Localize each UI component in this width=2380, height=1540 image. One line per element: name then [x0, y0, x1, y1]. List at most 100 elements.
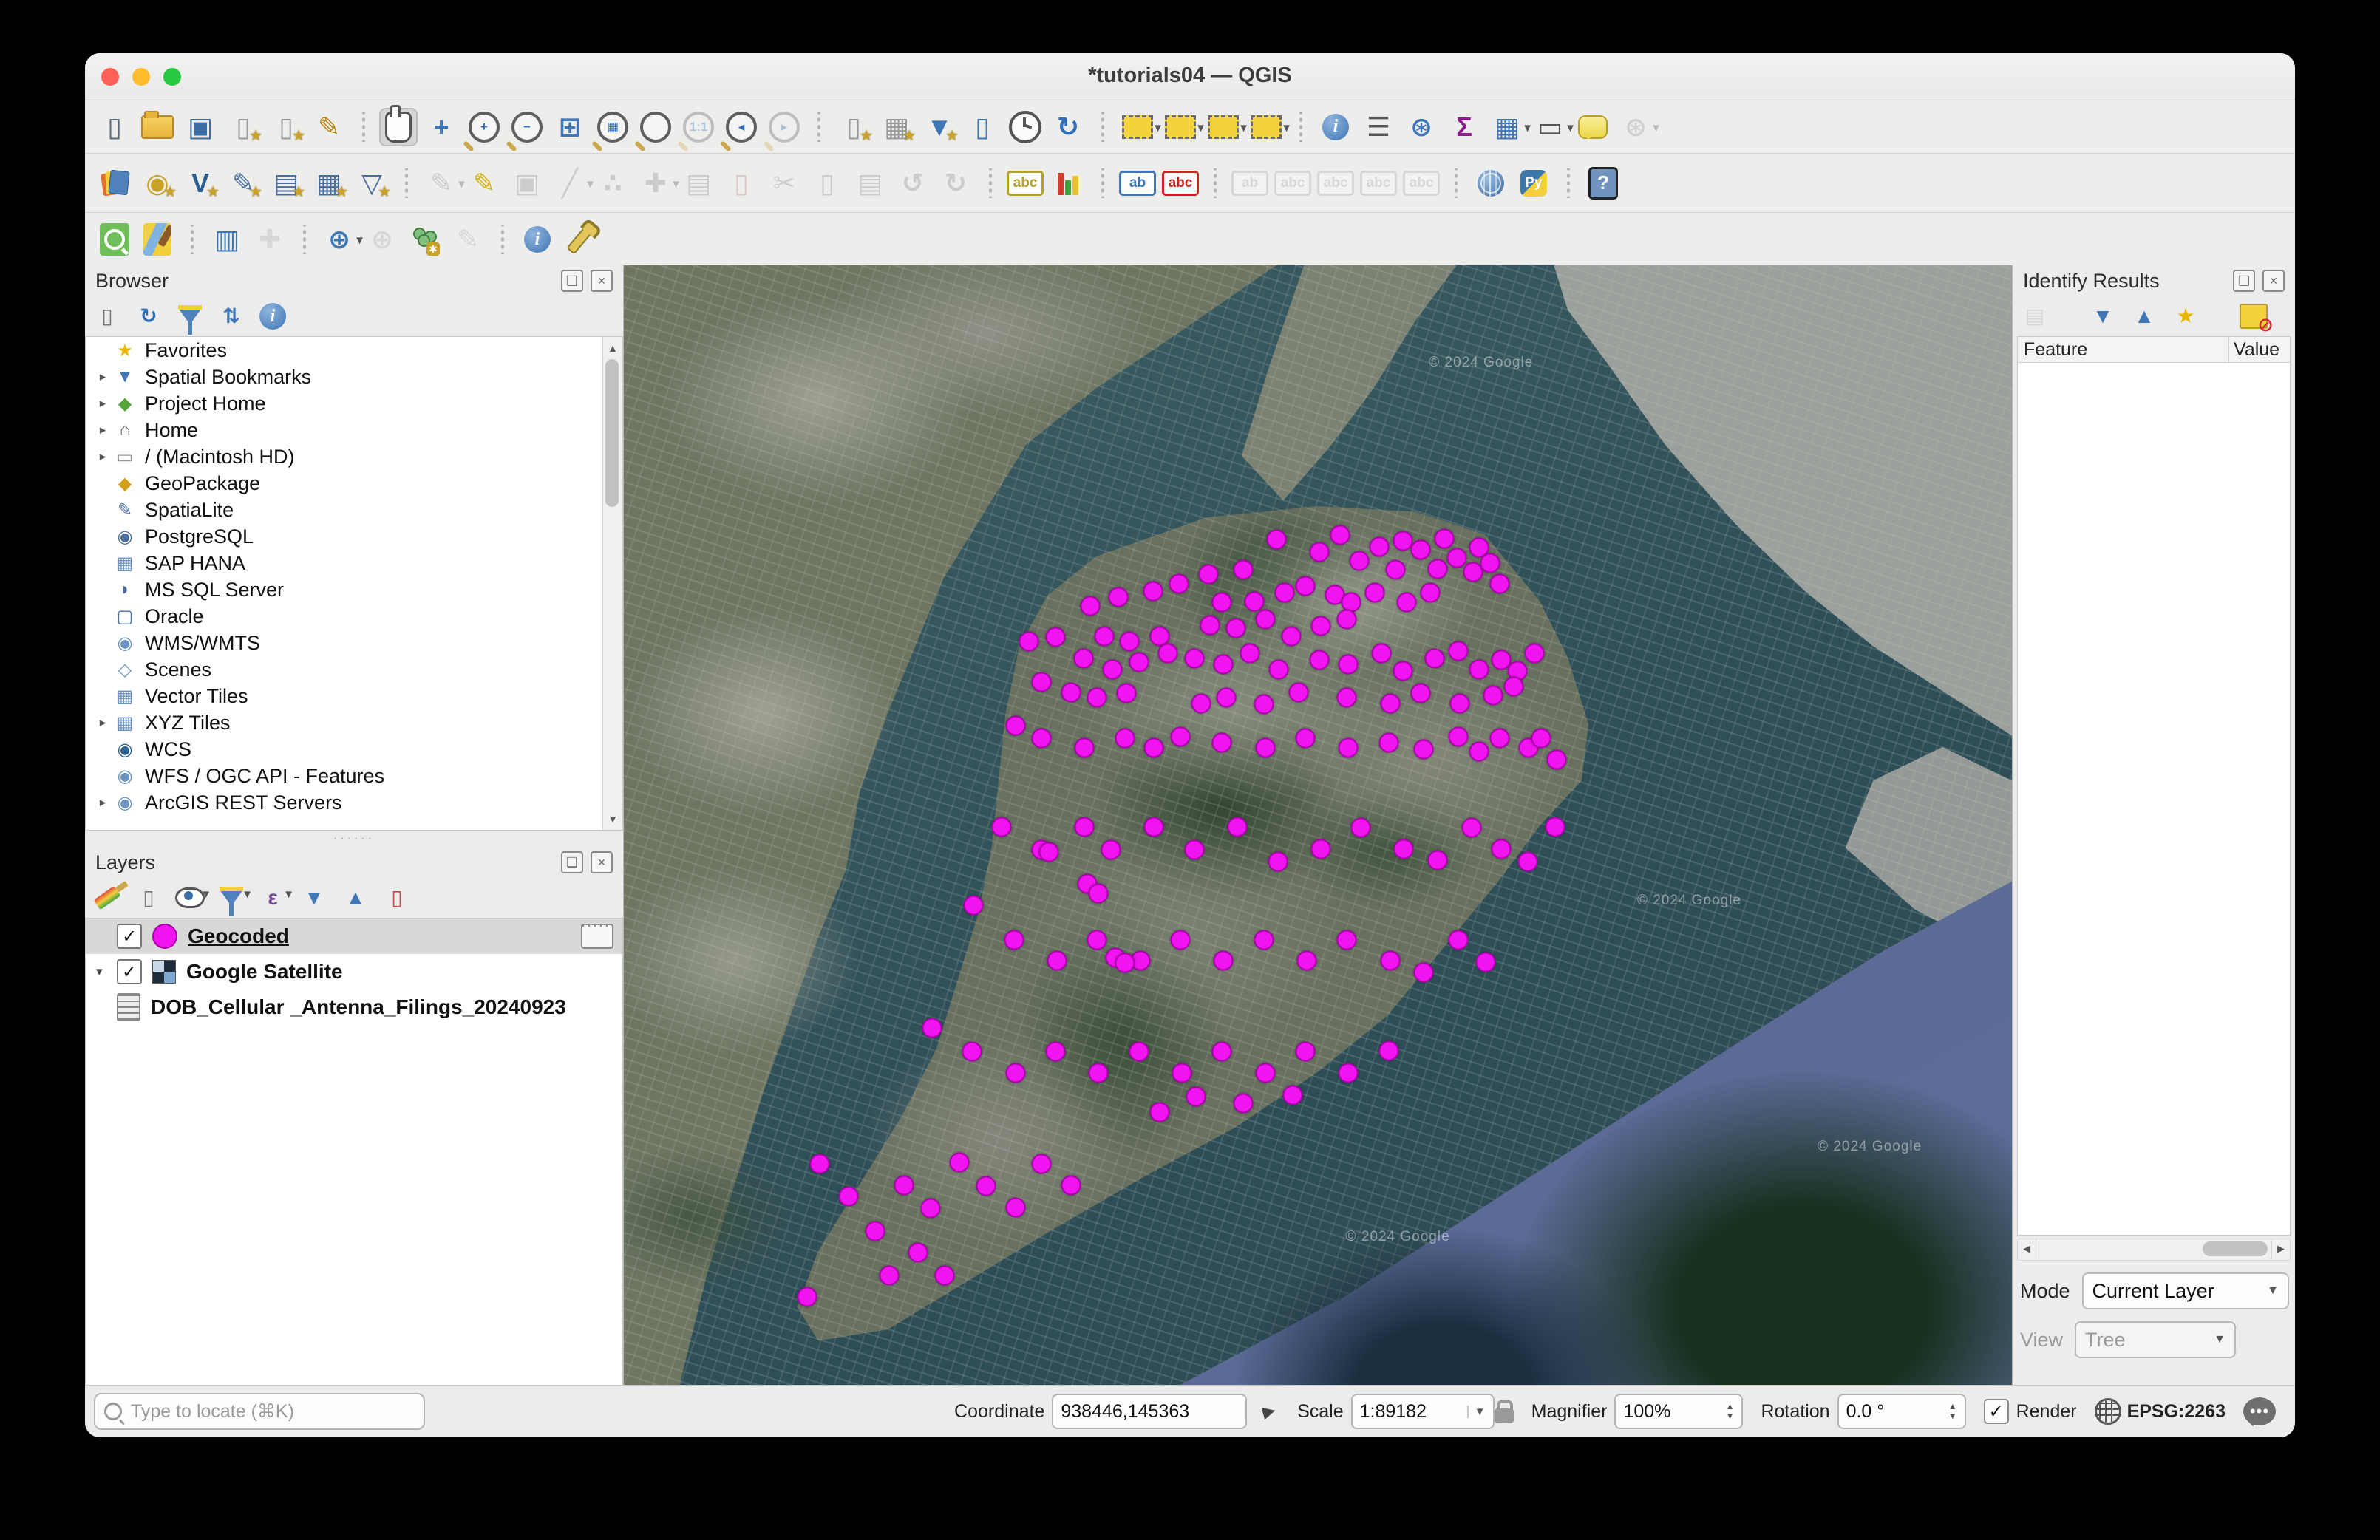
memory-layer-indicator-icon[interactable] [581, 924, 613, 949]
expand-arrow-icon[interactable]: ▸ [93, 715, 112, 730]
expand-arrow-icon[interactable]: ▸ [93, 795, 112, 810]
collapse-tree-icon[interactable]: ▲ [2129, 301, 2159, 331]
osm-editor-icon[interactable] [138, 220, 177, 259]
browser-item-home[interactable]: ▸⌂Home [86, 417, 622, 443]
add-selected-layers-icon[interactable]: ▯ [92, 301, 122, 331]
open-layer-styling-icon[interactable] [92, 883, 122, 913]
pan-map-icon[interactable] [379, 108, 418, 146]
browser-item-spatialite[interactable]: ✎SpatiaLite [86, 497, 622, 523]
browser-item-macintosh-hd[interactable]: ▸▭/ (Macintosh HD) [86, 443, 622, 470]
expand-arrow-icon[interactable]: ▸ [93, 396, 112, 411]
plugin-settings-icon[interactable] [561, 220, 599, 259]
crs-status[interactable]: EPSG:2263 [2127, 1401, 2226, 1423]
expand-new-results-icon[interactable]: ★ [2171, 301, 2200, 331]
add-vector-layer-icon[interactable]: ◉★ [138, 164, 177, 202]
browser-item-wfs-ogc-api-features[interactable]: ◉WFS / OGC API - Features [86, 763, 622, 789]
browser-item-wms-wmts[interactable]: ◉WMS/WMTS [86, 630, 622, 656]
layer-visibility-checkbox[interactable]: ✓ [117, 924, 142, 949]
browser-item-vector-tiles[interactable]: ▦Vector Tiles [86, 683, 622, 709]
processing-toolbox-icon[interactable]: ⊛ [1402, 108, 1441, 146]
magnifier-spinbox[interactable]: 100% ▲▼ [1614, 1394, 1743, 1429]
zoom-to-selection-icon[interactable]: ▦ [594, 108, 632, 146]
zoom-full-icon[interactable]: ⊞ [551, 108, 589, 146]
metasearch-icon[interactable] [1472, 164, 1510, 202]
georeferencer-icon[interactable]: ⊕▼ [320, 220, 358, 259]
mode-combobox[interactable]: Current Layer ▼ [2082, 1272, 2289, 1309]
attribute-table-icon[interactable]: ▦▼ [1488, 108, 1526, 146]
browser-item-project-home[interactable]: ▸◆Project Home [86, 390, 622, 417]
browser-item-ms-sql-server[interactable]: ◗MS SQL Server [86, 576, 622, 603]
layers-close-icon[interactable]: × [591, 851, 613, 873]
dropdown-arrow-icon[interactable]: ▼ [1281, 122, 1292, 134]
toggle-editing-icon[interactable]: ✎ [465, 164, 503, 202]
manage-map-themes-icon[interactable]: ▼ [175, 883, 205, 913]
scroll-up-icon[interactable]: ▲ [603, 338, 622, 358]
browser-item-xyz-tiles[interactable]: ▸▦XYZ Tiles [86, 709, 622, 736]
add-spatialite-layer-icon[interactable]: ▤★ [267, 164, 305, 202]
feature-column-header[interactable]: Feature [2018, 337, 2229, 362]
browser-item-wcs[interactable]: ◉WCS [86, 736, 622, 763]
project-save-as-icon[interactable]: ▯★ [224, 108, 262, 146]
show-spatial-bookmarks-icon[interactable]: ▯ [963, 108, 1002, 146]
layer-visibility-checkbox[interactable]: ✓ [117, 959, 142, 984]
identify-scroll-thumb[interactable] [2203, 1241, 2268, 1256]
dropdown-arrow-icon[interactable]: ▼ [200, 888, 211, 901]
identify-horizontal-scrollbar[interactable]: ◀ ▶ [2017, 1239, 2291, 1261]
new-spatial-bookmark-icon[interactable]: ▼★ [920, 108, 959, 146]
lock-scale-icon[interactable] [1495, 1408, 1514, 1423]
browser-scrollbar[interactable]: ▲ ▼ [602, 337, 622, 830]
browser-item-sap-hana[interactable]: ▦SAP HANA [86, 550, 622, 576]
expand-tree-icon[interactable]: ▼ [2088, 301, 2118, 331]
help-icon[interactable]: ? [1584, 164, 1622, 202]
zoom-out-icon[interactable]: − [508, 108, 546, 146]
dropdown-arrow-icon[interactable]: ▼ [242, 888, 253, 901]
browser-item-spatial-bookmarks[interactable]: ▸▼Spatial Bookmarks [86, 364, 622, 390]
measure-line-icon[interactable]: ▭▼ [1531, 108, 1569, 146]
add-group-icon[interactable]: ▯ [134, 883, 163, 913]
expand-arrow-icon[interactable]: ▸ [93, 423, 112, 437]
coordinate-capture-icon[interactable]: ▥ [208, 220, 246, 259]
identify-float-icon[interactable]: ❏ [2233, 270, 2255, 292]
scroll-right-icon[interactable]: ▶ [2271, 1239, 2290, 1258]
browser-scroll-thumb[interactable] [605, 359, 619, 507]
expand-arrow-icon[interactable]: ▸ [93, 369, 112, 384]
browser-close-icon[interactable]: × [591, 270, 613, 292]
collapse-all-icon[interactable]: ▲ [341, 883, 370, 913]
browser-item-scenes[interactable]: ◇Scenes [86, 656, 622, 683]
view-combobox[interactable]: Tree ▼ [2075, 1321, 2236, 1358]
filter-browser-icon[interactable] [175, 301, 205, 331]
filter-by-expression-icon[interactable]: ε▼ [258, 883, 288, 913]
locator-input[interactable] [129, 1400, 415, 1423]
render-checkbox[interactable]: ✓ [1984, 1399, 2009, 1424]
crs-globe-icon[interactable] [2095, 1398, 2121, 1425]
collapse-arrow-icon[interactable]: ▾ [96, 964, 117, 979]
browser-item-oracle[interactable]: ▢Oracle [86, 603, 622, 630]
pan-to-selection-icon[interactable]: + [422, 108, 460, 146]
rotation-spinbox[interactable]: 0.0 ° ▲▼ [1837, 1394, 1966, 1429]
add-postgis-layer-icon[interactable]: ▦★ [310, 164, 348, 202]
value-column-header[interactable]: Value [2229, 337, 2290, 362]
layer-row-geocoded[interactable]: ✓Geocoded [86, 919, 622, 954]
layout-manager-icon[interactable]: ▯★ [267, 108, 305, 146]
locator-search-box[interactable] [94, 1393, 425, 1430]
extents-pointer-icon[interactable]: ► [1257, 1397, 1282, 1425]
identify-features-icon[interactable]: i [1316, 108, 1355, 146]
collapse-all-icon[interactable]: ⇅ [217, 301, 246, 331]
scatter-points-tool-icon[interactable] [406, 220, 444, 259]
map-canvas[interactable]: © 2024 Google © 2024 Google © 2024 Googl… [624, 265, 2012, 1386]
zoom-last-icon[interactable]: ◂ [722, 108, 761, 146]
pin-labels-icon[interactable]: ab [1118, 164, 1157, 202]
select-features-by-value-icon[interactable]: ▼ [1161, 108, 1200, 146]
temporal-controller-icon[interactable] [1006, 108, 1044, 146]
add-raster-layer-icon[interactable]: V★ [181, 164, 220, 202]
spinner-arrows-icon[interactable]: ▲▼ [1726, 1402, 1735, 1421]
scale-combobox[interactable]: 1:89182 ▼ [1351, 1394, 1495, 1429]
new-3d-map-view-icon[interactable]: ▦★ [877, 108, 916, 146]
browser-item-postgresql[interactable]: ◉PostgreSQL [86, 523, 622, 550]
python-console-icon[interactable]: Py [1514, 164, 1553, 202]
style-manager-icon[interactable]: ✎ [310, 108, 348, 146]
data-source-manager-icon[interactable] [95, 164, 134, 202]
expand-all-icon[interactable]: ▼ [299, 883, 329, 913]
panel-splitter[interactable]: ······ [85, 831, 623, 847]
select-by-location-icon[interactable]: ▼ [1247, 108, 1285, 146]
